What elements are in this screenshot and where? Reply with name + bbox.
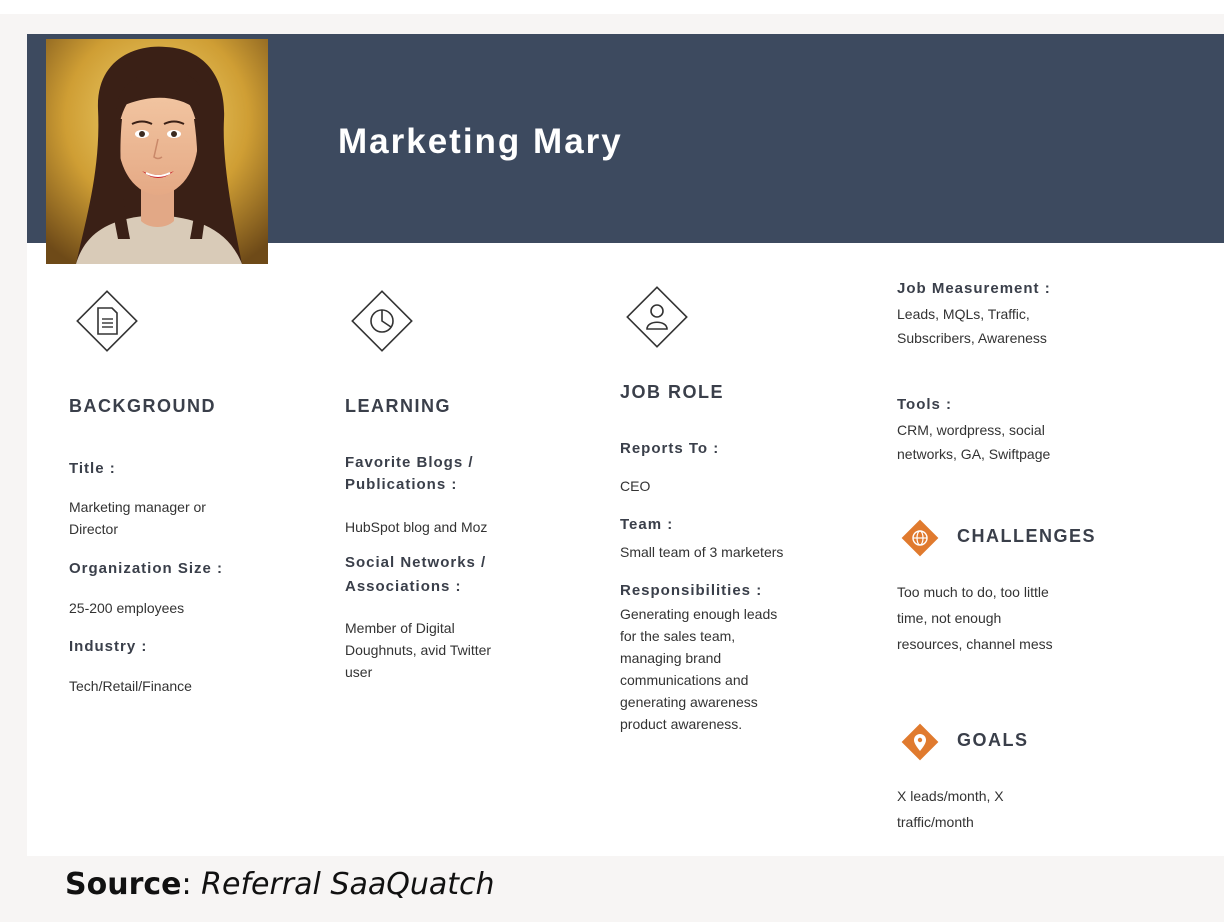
job-measurement-line1: Leads, MQLs, Traffic, (897, 306, 1030, 322)
social-label-line1: Social Networks / (345, 554, 487, 571)
responsibilities-line1: Generating enough leads (620, 606, 778, 622)
responsibilities-label: Responsibilities : (620, 582, 763, 599)
challenges-heading: CHALLENGES (957, 526, 1097, 546)
challenges-line1: Too much to do, too little (897, 584, 1049, 600)
job-role-heading: JOB ROLE (620, 382, 725, 402)
job-measurement-label: Job Measurement : (897, 280, 1051, 297)
industry-label: Industry : (69, 638, 148, 655)
title-value-line1: Marketing manager or (69, 499, 206, 515)
title-label: Title : (69, 460, 116, 477)
learning-heading: LEARNING (345, 396, 451, 416)
responsibilities-line2: for the sales team, (620, 628, 736, 644)
persona-card: Marketing Mary BACKGROUND Title: Market… (27, 34, 1224, 856)
document-icon (76, 290, 138, 352)
social-value-line2: Doughnuts, avid Twitter (345, 642, 492, 658)
job-measurement-line2: Subscribers, Awareness (897, 330, 1047, 346)
source-key: Source (65, 867, 182, 902)
source-caption: Source: Referral SaaQuatch (65, 867, 495, 902)
team-value: Small team of 3 marketers (620, 544, 784, 560)
blogs-value: HubSpot blog and Moz (345, 519, 488, 535)
org-size-label: Organization Size : (69, 560, 224, 577)
source-separator: : (181, 867, 202, 902)
reports-to-value: CEO (620, 478, 651, 494)
blogs-label-line1: Favorite Blogs / (345, 454, 474, 471)
tools-line1: CRM, wordpress, social (897, 422, 1045, 438)
location-pin-icon (901, 723, 939, 761)
responsibilities-line3: managing brand (620, 650, 722, 666)
responsibilities-line4: communications and (620, 672, 749, 688)
social-value-line1: Member of Digital (345, 620, 455, 636)
persona-name: Marketing Mary (338, 122, 623, 161)
goals-line2: traffic/month (897, 814, 974, 830)
persona-photo (46, 39, 268, 264)
tools-label: Tools : (897, 396, 953, 413)
globe-icon (901, 519, 939, 557)
portrait-image (46, 39, 268, 264)
title-value-line2: Director (69, 521, 119, 537)
goals-line1: X leads/month, X (897, 788, 1004, 804)
social-value-line3: user (345, 664, 373, 680)
person-icon (626, 286, 688, 348)
reports-to-label: Reports To : (620, 440, 720, 457)
challenges-line3: resources, channel mess (897, 636, 1053, 652)
top-strip (0, 0, 1224, 14)
org-size-value: 25-200 employees (69, 600, 185, 616)
responsibilities-line5: generating awareness (620, 694, 758, 710)
responsibilities-line6: product awareness. (620, 716, 743, 732)
pie-chart-icon (351, 290, 413, 352)
team-label: Team : (620, 516, 674, 533)
industry-value: Tech/Retail/Finance (69, 678, 192, 694)
background-heading: BACKGROUND (69, 396, 216, 416)
source-value: Referral SaaQuatch (201, 867, 495, 902)
social-label-line2: Associations : (345, 578, 462, 595)
tools-line2: networks, GA, Swiftpage (897, 446, 1051, 462)
challenges-line2: time, not enough (897, 610, 1002, 626)
blogs-label-line2: Publications : (345, 476, 458, 493)
goals-heading: GOALS (957, 730, 1029, 750)
